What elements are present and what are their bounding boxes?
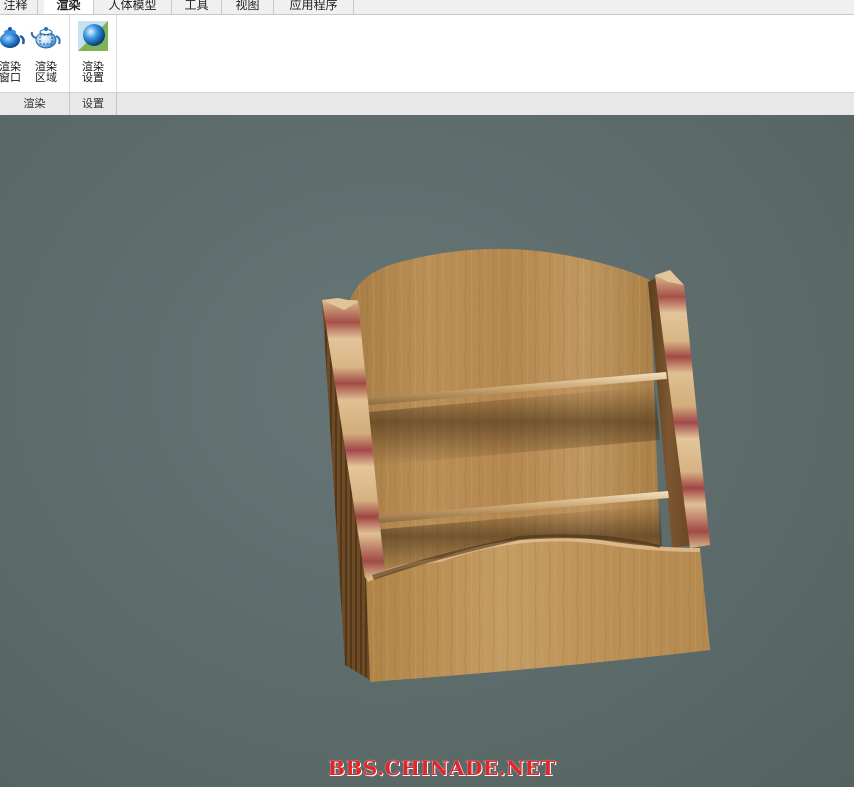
- ribbon-group-separator: [116, 15, 117, 92]
- tab-human-model[interactable]: 人体模型: [94, 0, 172, 14]
- cad-application: 注释 渲染 人体模型 工具 视图 应用程序 渲染 窗口 渲染 区域 渲染 设置 …: [0, 0, 854, 787]
- render-window-label: 渲染 窗口: [0, 60, 21, 84]
- ribbon-group-bar: 渲染 设置: [0, 92, 854, 115]
- teapot-icon: [0, 27, 25, 48]
- render-region-button[interactable]: 渲染 区域: [28, 20, 64, 83]
- tab-applications[interactable]: 应用程序: [274, 0, 354, 14]
- render-region-label: 渲染 区域: [35, 60, 57, 84]
- ribbon-panel: 渲染 窗口 渲染 区域 渲染 设置 渲染 设置: [0, 15, 854, 115]
- watermark-text: BBS.CHINADE.NET: [328, 756, 556, 780]
- tab-annotate[interactable]: 注释: [0, 0, 38, 14]
- render-viewport[interactable]: BBS.CHINADE.NET: [0, 115, 854, 787]
- wooden-rack-render: [322, 248, 710, 682]
- teapot-region-icon: [30, 27, 61, 49]
- ribbon-tab-bar: 注释 渲染 人体模型 工具 视图 应用程序: [0, 0, 854, 15]
- tab-tools[interactable]: 工具: [172, 0, 222, 14]
- group-label-render: 渲染: [0, 93, 70, 115]
- tab-render[interactable]: 渲染: [44, 0, 94, 14]
- sphere-icon: [78, 21, 108, 51]
- render-settings-button[interactable]: 渲染 设置: [75, 20, 111, 83]
- tab-view[interactable]: 视图: [222, 0, 274, 14]
- group-label-settings: 设置: [70, 93, 117, 115]
- render-settings-label: 渲染 设置: [82, 60, 104, 84]
- render-window-button[interactable]: 渲染 窗口: [0, 20, 28, 83]
- ribbon-group-separator: [69, 15, 70, 92]
